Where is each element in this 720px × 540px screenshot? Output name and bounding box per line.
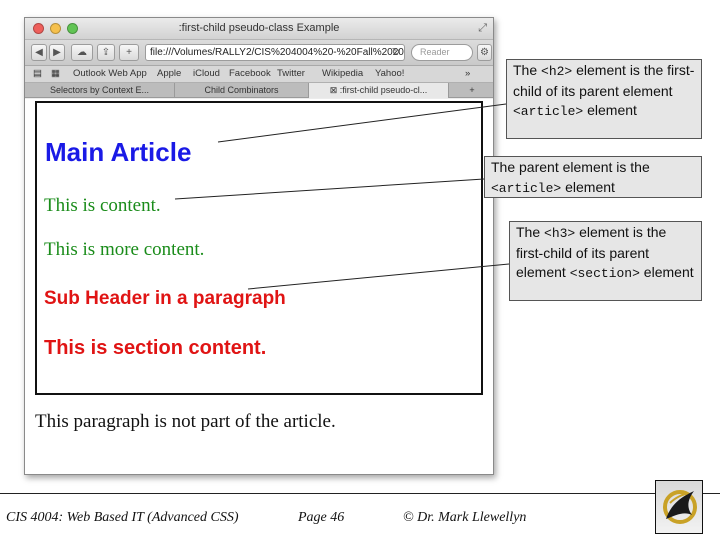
callout-text: The parent element is the [491, 159, 650, 175]
page-content: Main Article This is content. This is mo… [25, 99, 493, 474]
back-button[interactable]: ◀ [31, 44, 47, 61]
footer-course: CIS 4004: Web Based IT (Advanced CSS) [6, 510, 239, 525]
bookmarks-icon[interactable]: ▦ [51, 68, 60, 79]
callout-code: <h2> [541, 64, 573, 79]
footer-author: © Dr. Mark Llewellyn [403, 510, 527, 525]
address-bar[interactable]: file:///Volumes/RALLY2/CIS%204004%20-%20… [145, 44, 405, 61]
tab-label: :first-child pseudo-cl... [339, 85, 428, 95]
sub-header-heading: Sub Header in a paragraph [44, 288, 286, 309]
bookmark-outlook[interactable]: Outlook Web App [73, 68, 147, 79]
callout-text: The [513, 62, 542, 78]
callout-code: <section> [569, 266, 640, 281]
icloud-tabs-button[interactable]: ☁ [71, 44, 93, 61]
tab-bar: Selectors by Context E... Child Combinat… [25, 83, 493, 98]
ucf-pegasus-logo [655, 480, 703, 534]
article-box: Main Article This is content. This is mo… [35, 101, 483, 395]
slide: :first-child pseudo-class Example ⤢ ◀ ▶ … [0, 0, 720, 540]
bookmark-facebook[interactable]: Facebook [229, 68, 271, 79]
tab-selectors-by-context[interactable]: Selectors by Context E... [25, 83, 175, 98]
bookmarks-icon[interactable]: ▤ [33, 68, 42, 79]
callout-code: <h3> [544, 226, 576, 241]
pegasus-logo-icon [663, 490, 697, 524]
bookmark-apple[interactable]: Apple [157, 68, 181, 79]
add-bookmark-button[interactable]: + [119, 44, 139, 61]
callout-code: <article> [513, 104, 584, 119]
more-content-paragraph: This is more content. [44, 239, 205, 260]
main-article-heading: Main Article [45, 137, 192, 167]
tab-child-combinators[interactable]: Child Combinators [175, 83, 309, 98]
settings-gear-icon[interactable]: ⚙ [477, 44, 492, 61]
footer-page-number: Page 46 [298, 510, 345, 525]
browser-toolbar: ◀ ▶ ☁ ⇪ + file:///Volumes/RALLY2/CIS%204… [25, 40, 493, 66]
callout-h2-first-child: The <h2> element is the first-child of i… [506, 59, 702, 139]
callout-code: <article> [491, 180, 562, 196]
bookmarks-overflow-icon[interactable]: » [465, 68, 470, 79]
callout-text: element [639, 264, 694, 280]
bookmark-yahoo[interactable]: Yahoo! [375, 68, 404, 79]
tab-label: Child Combinators [204, 85, 279, 95]
forward-button[interactable]: ▶ [49, 44, 65, 61]
bookmark-icloud[interactable]: iCloud [193, 68, 220, 79]
callout-text: element [583, 102, 637, 118]
tab-close-icon[interactable]: ⊠ [330, 85, 340, 95]
slide-footer: CIS 4004: Web Based IT (Advanced CSS) Pa… [0, 493, 720, 540]
reader-button[interactable]: Reader [411, 44, 473, 61]
bookmark-wikipedia[interactable]: Wikipedia [322, 68, 363, 79]
reload-icon[interactable]: ↻ [392, 45, 400, 60]
new-tab-button[interactable]: + [449, 83, 493, 98]
address-text: file:///Volumes/RALLY2/CIS%204004%20-%20… [150, 47, 404, 58]
outside-paragraph: This paragraph is not part of the articl… [35, 411, 336, 432]
title-bar: :first-child pseudo-class Example ⤢ [25, 18, 493, 40]
content-paragraph: This is content. [44, 195, 161, 216]
tab-label: Selectors by Context E... [49, 85, 150, 95]
tab-first-child[interactable]: ⊠ :first-child pseudo-cl... [309, 83, 449, 98]
callout-h3-first-child: The <h3> element is the first-child of i… [509, 221, 702, 301]
bookmarks-bar: ▤ ▦ Outlook Web App Apple iCloud Faceboo… [25, 66, 493, 83]
browser-window: :first-child pseudo-class Example ⤢ ◀ ▶ … [24, 17, 494, 475]
callout-article-parent: The parent element is the <article> elem… [484, 156, 702, 198]
fullscreen-icon[interactable]: ⤢ [478, 22, 487, 35]
callout-text: element [561, 178, 615, 195]
bookmark-twitter[interactable]: Twitter [277, 68, 305, 79]
section-content-paragraph: This is section content. [44, 337, 267, 359]
window-title: :first-child pseudo-class Example [178, 22, 340, 34]
callout-text: The [516, 224, 545, 240]
share-button[interactable]: ⇪ [97, 44, 115, 61]
